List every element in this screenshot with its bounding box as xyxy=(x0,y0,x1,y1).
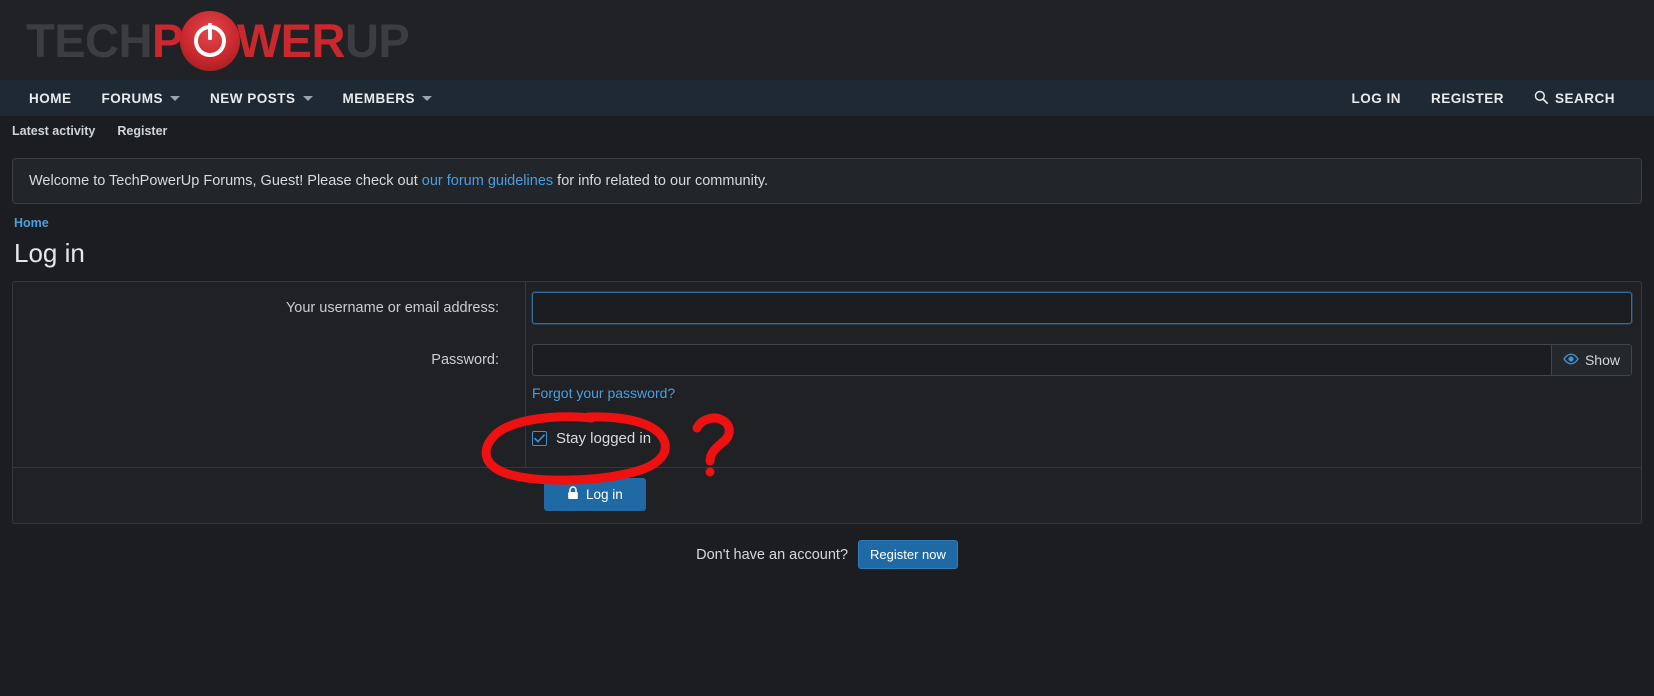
welcome-notice: Welcome to TechPowerUp Forums, Guest! Pl… xyxy=(12,158,1642,204)
chevron-down-icon[interactable] xyxy=(170,95,180,101)
password-row: Password: Show Forgot your password? xyxy=(13,334,1641,413)
logo-text-wer: WER xyxy=(236,13,346,67)
show-password-label: Show xyxy=(1584,352,1620,369)
nav-item-new-posts[interactable]: NEW POSTS xyxy=(195,80,328,116)
secondary-navigation: Latest activity Register xyxy=(0,116,1654,145)
nav-item-label: SEARCH xyxy=(1554,90,1615,106)
stay-logged-in-control[interactable]: Stay logged in xyxy=(532,430,1632,447)
site-header: TECH P WER UP xyxy=(0,0,1654,80)
forum-guidelines-link[interactable]: our forum guidelines xyxy=(422,173,553,189)
nav-item-label: LOG IN xyxy=(1351,90,1401,106)
stay-logged-in-spacer xyxy=(13,427,513,435)
page-content: Welcome to TechPowerUp Forums, Guest! Pl… xyxy=(0,158,1654,570)
register-now-button[interactable]: Register now xyxy=(858,540,958,570)
site-logo[interactable]: TECH P WER UP xyxy=(26,10,410,71)
password-input[interactable] xyxy=(532,344,1551,377)
nav-left-group: HOME FORUMS NEW POSTS MEMBERS xyxy=(14,80,447,116)
stay-logged-in-field-wrap: Stay logged in xyxy=(513,427,1641,447)
breadcrumb: Home xyxy=(12,216,1642,230)
password-input-group: Show xyxy=(532,344,1632,377)
log-in-button-label: Log in xyxy=(586,487,623,503)
nav-item-search[interactable]: SEARCH xyxy=(1519,80,1630,116)
stay-logged-in-label[interactable]: Stay logged in xyxy=(556,430,651,447)
lock-icon xyxy=(567,486,579,503)
subnav-item-latest-activity[interactable]: Latest activity xyxy=(12,124,95,138)
notice-text-before: Welcome to TechPowerUp Forums, Guest! Pl… xyxy=(29,173,422,189)
nav-right-group: LOG IN REGISTER SEARCH xyxy=(1336,80,1630,116)
page-title: Log in xyxy=(14,238,85,268)
forgot-password-link[interactable]: Forgot your password? xyxy=(532,385,675,401)
nav-item-label: HOME xyxy=(29,90,72,106)
username-label: Your username or email address: xyxy=(285,300,499,317)
username-row: Your username or email address: xyxy=(13,282,1641,334)
logo-text-tech: TECH xyxy=(26,13,152,67)
nav-item-register[interactable]: REGISTER xyxy=(1416,80,1519,116)
password-label: Password: xyxy=(431,352,499,369)
nav-item-label: REGISTER xyxy=(1430,90,1504,106)
eye-icon xyxy=(1563,352,1579,368)
chevron-down-icon[interactable] xyxy=(422,95,433,101)
power-icon xyxy=(179,11,240,71)
register-prompt-row: Don't have an account? Register now xyxy=(12,540,1642,570)
nav-item-label: MEMBERS xyxy=(342,90,416,106)
nav-item-label: NEW POSTS xyxy=(210,90,296,106)
stay-logged-in-checkbox[interactable] xyxy=(532,431,547,447)
nav-item-forums[interactable]: FORUMS xyxy=(87,80,196,116)
nav-item-log-in[interactable]: LOG IN xyxy=(1336,80,1416,116)
notice-text-after: for info related to our community. xyxy=(553,173,769,189)
chevron-down-icon[interactable] xyxy=(302,95,313,101)
login-form-footer: Log in xyxy=(13,467,1641,523)
subnav-item-register[interactable]: Register xyxy=(117,124,167,138)
login-form-body: Your username or email address: Password… xyxy=(13,282,1641,468)
password-field-wrap: Show Forgot your password? xyxy=(513,344,1641,403)
breadcrumb-home[interactable]: Home xyxy=(14,216,49,230)
logo-text-p: P xyxy=(151,13,183,67)
nav-item-home[interactable]: HOME xyxy=(14,80,87,116)
nav-item-members[interactable]: MEMBERS xyxy=(328,80,448,116)
search-icon xyxy=(1534,90,1548,107)
username-field-wrap xyxy=(513,292,1641,325)
login-form: Your username or email address: Password… xyxy=(12,281,1642,525)
stay-logged-in-row: Stay logged in xyxy=(13,413,1641,467)
register-prompt-text: Don't have an account? xyxy=(696,546,849,563)
log-in-button[interactable]: Log in xyxy=(544,478,646,512)
logo-text-up: UP xyxy=(344,13,410,67)
main-navigation: HOME FORUMS NEW POSTS MEMBERS LOG IN REG… xyxy=(0,80,1654,116)
show-password-button[interactable]: Show xyxy=(1550,344,1632,377)
username-input[interactable] xyxy=(532,292,1632,325)
nav-item-label: FORUMS xyxy=(101,90,163,106)
